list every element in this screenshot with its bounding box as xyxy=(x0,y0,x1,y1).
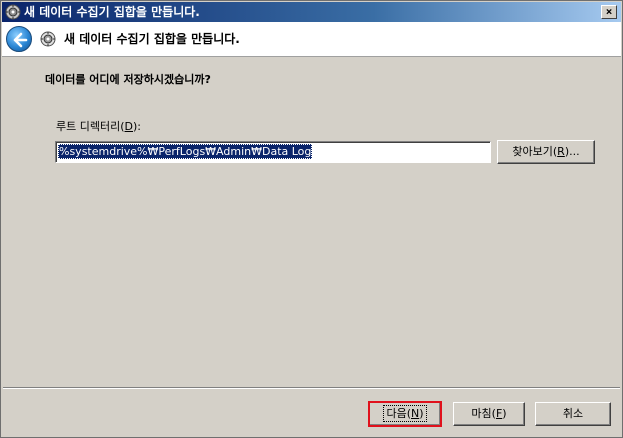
browse-label-prefix: 찾아보기( xyxy=(512,145,558,158)
window-title: 새 데이터 수집기 집합을 만듭니다. xyxy=(24,5,200,19)
root-dir-label-mnemonic: D xyxy=(124,120,133,133)
browse-label-suffix: )... xyxy=(564,145,580,158)
page-question: 데이터를 어디에 저장하시겠습니까? xyxy=(45,73,211,86)
cancel-button[interactable]: 취소 xyxy=(535,402,611,426)
next-label-prefix: 다음( xyxy=(386,407,411,420)
root-dir-value: %systemdrive%₩PerfLogs₩Admin₩Data Log xyxy=(58,144,313,159)
close-button[interactable]: × xyxy=(601,5,617,19)
next-label-mnemonic: N xyxy=(411,407,420,420)
browse-button[interactable]: 찾아보기(R)... xyxy=(497,140,595,164)
browse-label-mnemonic: R xyxy=(557,145,565,158)
collector-set-icon xyxy=(5,4,21,20)
wizard-title: 새 데이터 수집기 집합을 만듭니다. xyxy=(64,32,240,46)
root-dir-label: 루트 디렉터리(D): xyxy=(56,120,141,134)
wizard-header: 새 데이터 수집기 집합을 만듭니다. xyxy=(2,22,621,57)
root-dir-label-suffix: ): xyxy=(133,120,141,133)
footer-divider xyxy=(3,387,620,389)
finish-label-suffix: ) xyxy=(502,407,507,420)
root-dir-input[interactable]: %systemdrive%₩PerfLogs₩Admin₩Data Log xyxy=(55,141,491,163)
next-button-focus: 다음(N) xyxy=(383,405,427,422)
finish-button[interactable]: 마침(F) xyxy=(453,402,525,426)
collector-set-icon xyxy=(40,31,56,47)
next-label-suffix: ) xyxy=(419,407,424,420)
back-button[interactable] xyxy=(6,26,32,52)
root-dir-label-prefix: 루트 디렉터리( xyxy=(56,120,125,133)
back-arrow-icon xyxy=(13,32,28,48)
finish-label-prefix: 마침( xyxy=(471,407,496,420)
title-bar[interactable]: 새 데이터 수집기 집합을 만듭니다. × xyxy=(2,2,621,22)
wizard-window: 새 데이터 수집기 집합을 만듭니다. × 새 데이터 수집기 집합을 만듭니다… xyxy=(0,0,623,438)
next-button[interactable]: 다음(N) xyxy=(368,401,442,427)
